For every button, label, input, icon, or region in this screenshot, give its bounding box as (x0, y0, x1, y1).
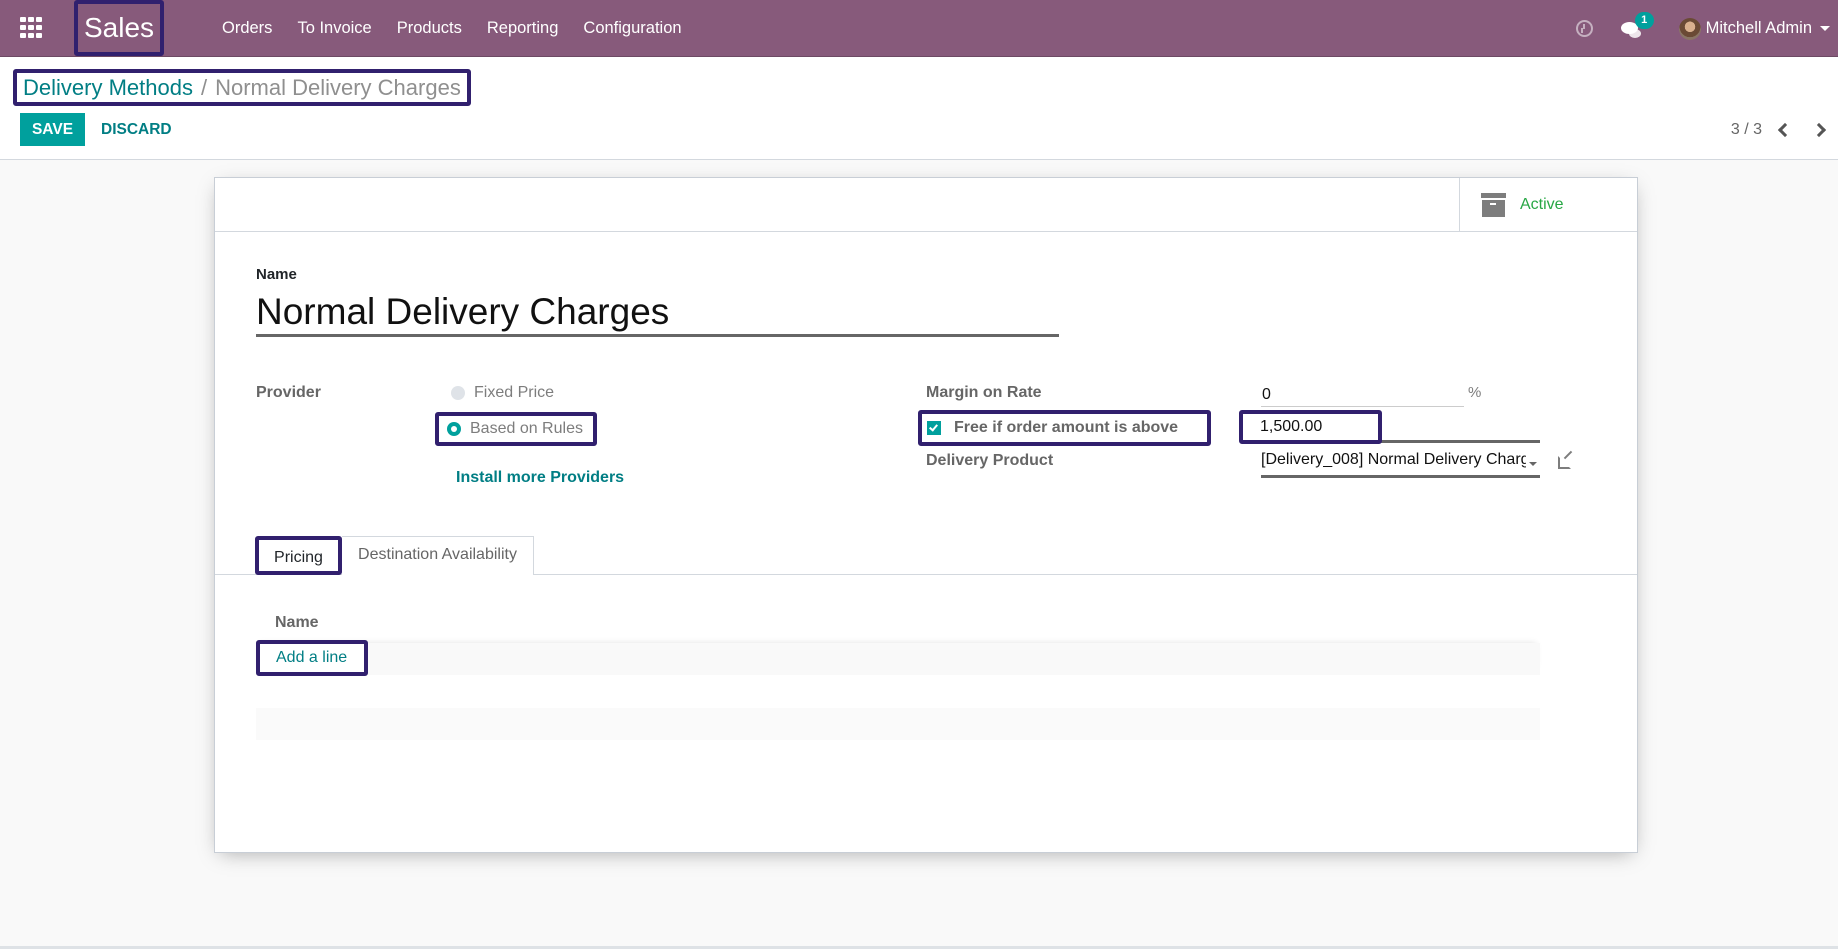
menu-reporting[interactable]: Reporting (487, 0, 559, 57)
delivery-product-label: Delivery Product (926, 452, 1054, 469)
checkbox-checked-icon[interactable] (927, 421, 941, 435)
messages-button[interactable]: 1 (1620, 11, 1654, 39)
external-link-icon[interactable] (1558, 456, 1571, 469)
form-sheet: Active Name Provider Fixed Price Based o… (214, 177, 1638, 853)
free-if-above-label: Free if order amount is above (954, 419, 1179, 436)
margin-unit: % (1468, 384, 1482, 401)
clock-icon[interactable] (1575, 20, 1593, 37)
archive-icon (1481, 192, 1506, 217)
margin-on-rate-label: Margin on Rate (926, 384, 1042, 401)
control-panel: Delivery Methods / Normal Delivery Charg… (0, 57, 1838, 160)
breadcrumb-delivery-methods[interactable]: Delivery Methods (23, 75, 193, 101)
margin-on-rate-input[interactable] (1261, 383, 1464, 407)
avatar[interactable] (1678, 17, 1701, 40)
main-menu: Orders To Invoice Products Reporting Con… (222, 0, 707, 57)
chevron-left-icon[interactable] (1777, 122, 1793, 137)
discard-button[interactable]: DISCARD (101, 113, 172, 146)
save-button[interactable]: SAVE (20, 113, 85, 146)
name-input[interactable] (256, 289, 1059, 337)
caret-down-icon[interactable] (1820, 26, 1830, 31)
radio-based-on-rules-label: Based on Rules (470, 420, 583, 437)
top-navbar: Sales Orders To Invoice Products Reporti… (0, 0, 1838, 57)
app-brand[interactable]: Sales (74, 0, 164, 56)
chevron-right-icon[interactable] (1811, 122, 1827, 137)
add-a-line-link[interactable]: Add a line (256, 640, 368, 676)
column-header-name: Name (275, 614, 319, 631)
messages-badge: 1 (1634, 11, 1654, 29)
apps-grid-icon[interactable] (20, 17, 43, 39)
systray: 1 Mitchell Admin (1575, 0, 1838, 57)
breadcrumb-current: Normal Delivery Charges (215, 74, 461, 100)
radio-fixed-price-label: Fixed Price (474, 384, 555, 401)
pager: 3 / 3 (1731, 113, 1827, 146)
free-amount-input[interactable]: 1,500.00 (1239, 410, 1382, 444)
active-label: Active (1520, 195, 1564, 213)
table-row-empty (256, 708, 1540, 740)
tab-pricing[interactable]: Pricing (255, 536, 342, 575)
pager-value[interactable]: 3 / 3 (1731, 121, 1762, 139)
name-label: Name (256, 266, 297, 283)
radio-checked-icon (447, 422, 461, 436)
menu-products[interactable]: Products (397, 0, 462, 57)
table-row (256, 643, 1540, 675)
breadcrumb: Delivery Methods / Normal Delivery Charg… (13, 69, 471, 106)
delivery-product-input[interactable]: [Delivery_008] Normal Delivery Charg (1261, 451, 1526, 475)
dropdown-caret-icon[interactable] (1529, 462, 1537, 466)
radio-fixed-price[interactable]: Fixed Price (451, 383, 554, 403)
provider-label: Provider (256, 384, 321, 401)
active-toggle-button[interactable]: Active (1459, 178, 1637, 231)
user-menu[interactable]: Mitchell Admin (1706, 19, 1812, 38)
delivery-product-underline (1261, 475, 1540, 478)
radio-based-on-rules[interactable]: Based on Rules (435, 412, 597, 446)
menu-configuration[interactable]: Configuration (583, 0, 681, 57)
menu-orders[interactable]: Orders (222, 0, 272, 57)
menu-to-invoice[interactable]: To Invoice (297, 0, 371, 57)
form-statusbar: Active (215, 178, 1637, 232)
install-more-providers-link[interactable]: Install more Providers (456, 469, 624, 487)
breadcrumb-separator: / (200, 74, 208, 100)
free-if-above-field[interactable]: Free if order amount is above (918, 410, 1211, 446)
radio-unchecked-icon (451, 386, 465, 400)
tab-destination-availability[interactable]: Destination Availability (342, 536, 534, 575)
